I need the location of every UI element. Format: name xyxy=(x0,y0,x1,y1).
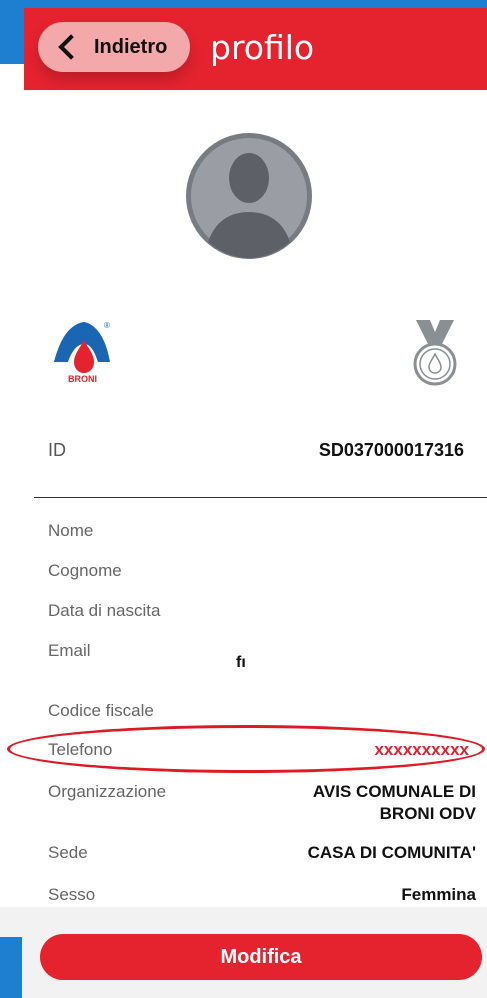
id-value: SD037000017316 xyxy=(318,440,464,460)
highlight-ellipse xyxy=(7,725,485,773)
bottom-blue-edge xyxy=(0,937,22,998)
sesso-value: Femmina xyxy=(401,885,476,904)
field-label-codice-fiscale: Codice fiscale xyxy=(48,701,154,720)
organization-value-line2: BRONI ODV xyxy=(379,804,476,823)
page-title: profilo xyxy=(210,28,315,67)
back-button-label: Indietro xyxy=(94,35,168,58)
left-blue-edge xyxy=(0,14,24,64)
id-row: ID SD037000017316 xyxy=(48,440,464,468)
field-label-sede: Sede xyxy=(48,843,88,862)
field-label-email: Email xyxy=(48,641,91,660)
back-button[interactable]: Indietro xyxy=(38,22,190,72)
divider xyxy=(34,497,487,498)
email-value: fı xyxy=(236,654,246,671)
chevron-left-icon xyxy=(58,34,84,60)
header-bar: Indietro profilo xyxy=(24,8,487,90)
field-label-sesso: Sesso xyxy=(48,885,96,904)
edit-button[interactable]: Modifica xyxy=(40,934,482,980)
field-label-cognome: Cognome xyxy=(48,561,122,580)
field-label-nome: Nome xyxy=(48,521,94,540)
avatar-icon xyxy=(186,133,312,259)
field-label-organizzazione: Organizzazione xyxy=(48,782,167,801)
sede-value: CASA DI COMUNITA' xyxy=(307,843,476,862)
field-label-birthdate: Data di nascita xyxy=(48,601,161,620)
id-label: ID xyxy=(48,440,66,460)
avis-logo: BRONI ® xyxy=(54,321,110,384)
registered-mark: ® xyxy=(104,321,110,330)
avis-logo-text: BRONI xyxy=(68,374,97,384)
medal-icon xyxy=(413,320,457,386)
organization-value-line1: AVIS COMUNALE DI xyxy=(312,782,476,801)
